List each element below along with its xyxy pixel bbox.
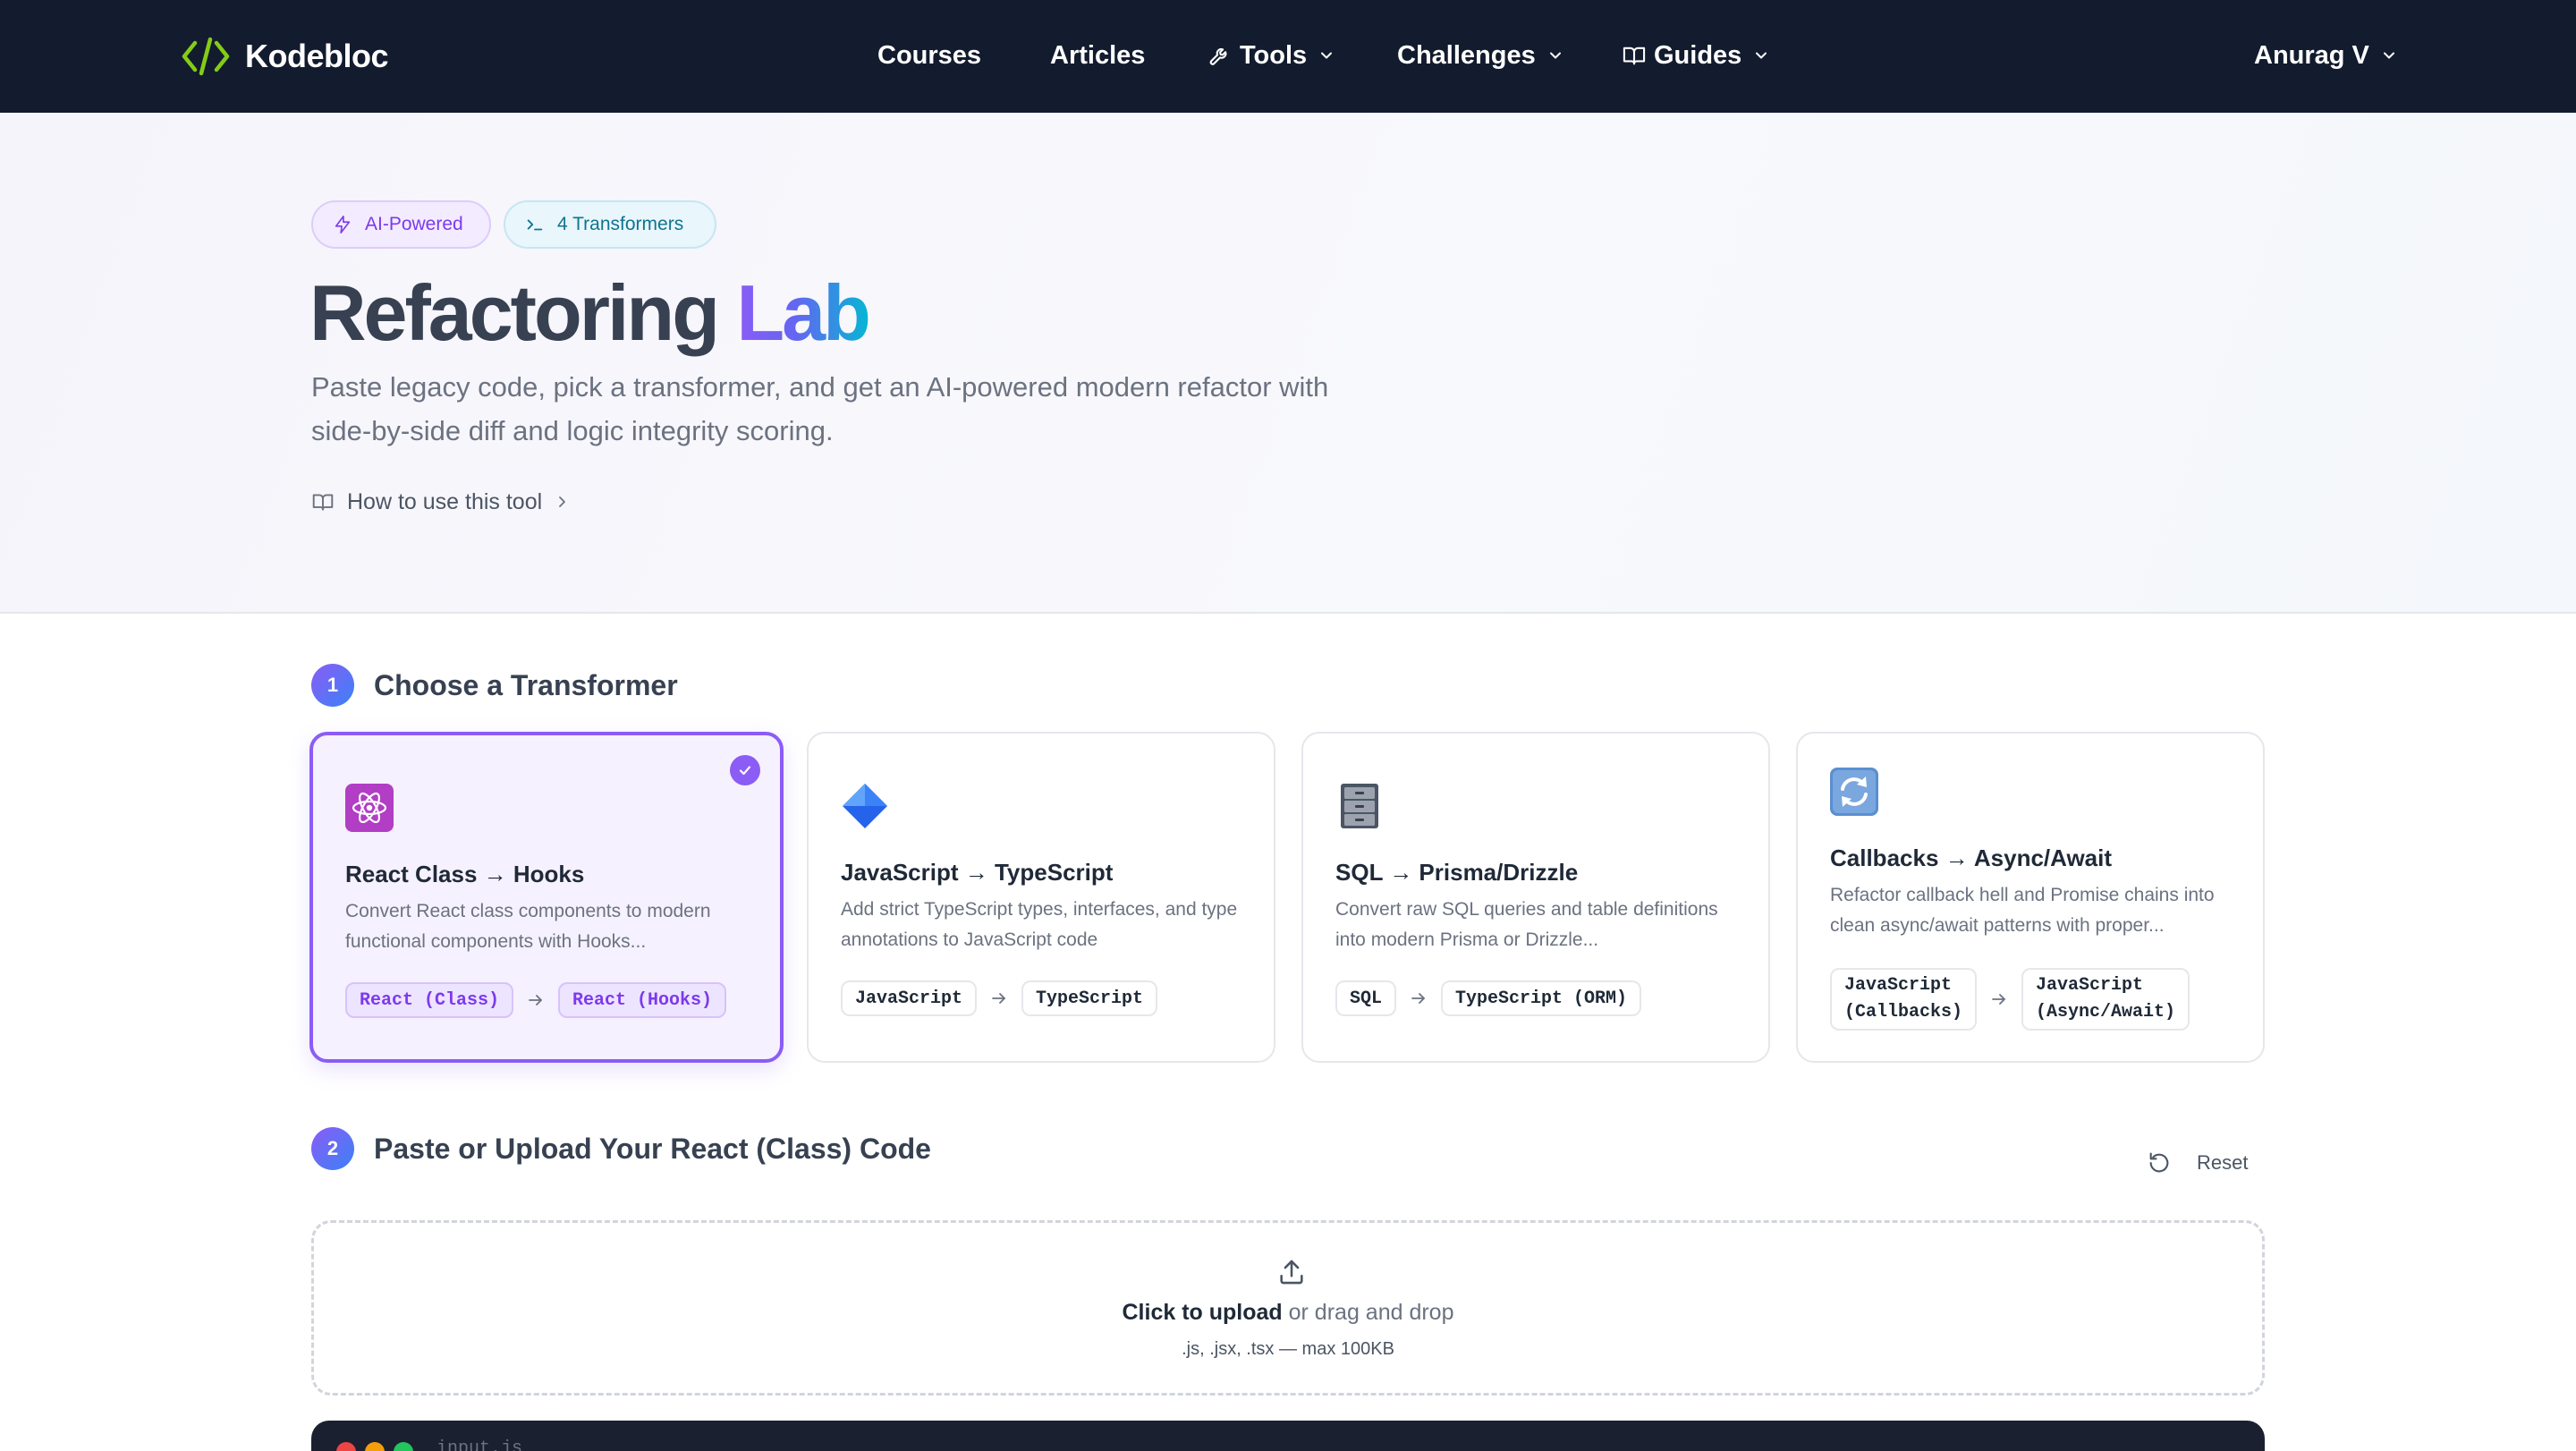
- transformer-card-sql-orm[interactable]: SQL → Prisma/Drizzle Convert raw SQL que…: [1301, 732, 1770, 1063]
- diamond-icon: [843, 784, 887, 828]
- cabinet-icon: [1341, 784, 1378, 828]
- section-title-choose-transformer: Choose a Transformer: [374, 669, 678, 701]
- window-dot-yellow: [365, 1442, 385, 1451]
- wrench-icon: [1209, 47, 1227, 65]
- user-menu[interactable]: Anurag V: [2254, 36, 2398, 75]
- nav-challenges-label: Challenges: [1397, 40, 1536, 70]
- nav-challenges[interactable]: Challenges: [1397, 36, 1564, 75]
- nav-guides-label: Guides: [1654, 40, 1742, 70]
- step-number-2: 2: [311, 1127, 354, 1170]
- tag-to: JavaScript (Async/Await): [2021, 968, 2190, 1031]
- step-number-1: 1: [311, 664, 354, 707]
- tag-to: TypeScript (ORM): [1441, 980, 1642, 1016]
- tag-from: SQL: [1335, 980, 1397, 1016]
- card-description: Convert raw SQL queries and table defini…: [1335, 899, 1718, 950]
- card-title: JavaScript → TypeScript: [841, 859, 1114, 886]
- nav-guides[interactable]: Guides: [1622, 36, 1770, 75]
- badge-transformers: 4 Transformers: [504, 200, 716, 249]
- brand-name: Kodebloc: [245, 38, 389, 74]
- selected-check-icon: [730, 755, 760, 785]
- transformer-card-async-await[interactable]: Callbacks → Async/Await Refactor callbac…: [1796, 732, 2265, 1063]
- code-brackets-icon: [182, 37, 230, 76]
- card-tags: SQL TypeScript (ORM): [1335, 980, 1642, 1016]
- editor-filename: input.js: [436, 1438, 523, 1451]
- tag-to: React (Hooks): [558, 982, 727, 1018]
- transformer-card-js-ts[interactable]: JavaScript → TypeScript Add strict TypeS…: [807, 732, 1275, 1063]
- badge-ai-powered: AI-Powered: [311, 200, 491, 249]
- card-title: React Class → Hooks: [345, 861, 585, 887]
- card-tags: JavaScript TypeScript: [841, 980, 1158, 1016]
- nav-articles[interactable]: Articles: [1050, 36, 1145, 75]
- book-icon: [1623, 47, 1646, 65]
- book-icon: [312, 494, 334, 511]
- upload-icon: [1280, 1260, 1303, 1285]
- nav-courses-label: Courses: [877, 40, 982, 70]
- arrow-right-icon: [1992, 994, 2005, 1005]
- hero-divider: [0, 612, 2576, 614]
- upload-instructions: Click to upload or drag and drop: [314, 1300, 2262, 1326]
- chevron-down-icon: [1321, 52, 1333, 59]
- upload-dropzone[interactable]: Click to upload or drag and drop .js, .j…: [311, 1220, 2265, 1396]
- card-title: Callbacks → Async/Await: [1830, 844, 2113, 871]
- reset-label: Reset: [2197, 1151, 2249, 1174]
- page-description: Paste legacy code, pick a transformer, a…: [311, 371, 1329, 446]
- chevron-right-icon: [559, 496, 566, 507]
- nav-articles-label: Articles: [1050, 40, 1146, 70]
- hero-section: [0, 113, 2576, 612]
- brand-logo[interactable]: Kodebloc: [181, 32, 389, 81]
- upload-file-hint: .js, .jsx, .tsx — max 100KB: [1182, 1339, 1394, 1359]
- tag-from: React (Class): [345, 982, 514, 1018]
- nav-tools[interactable]: Tools: [1208, 36, 1335, 75]
- window-dot-red: [336, 1442, 356, 1451]
- tag-to: TypeScript: [1021, 980, 1158, 1016]
- tag-from: JavaScript: [841, 980, 978, 1016]
- transformer-card-react-hooks[interactable]: React Class → Hooks Convert React class …: [309, 732, 784, 1063]
- card-description: Add strict TypeScript types, interfaces,…: [841, 899, 1238, 950]
- title-accent: Lab: [736, 268, 870, 357]
- window-dot-green: [394, 1442, 413, 1451]
- bolt-icon: [335, 216, 351, 233]
- atom-icon: [345, 784, 394, 832]
- badge-transformers-label: 4 Transformers: [557, 214, 684, 234]
- card-tags: JavaScript (Callbacks) JavaScript (Async…: [1830, 968, 2190, 1031]
- how-to-use-link[interactable]: How to use this tool: [311, 483, 569, 521]
- code-editor-header: input.js: [311, 1421, 2265, 1451]
- card-description: Convert React class components to modern…: [345, 901, 711, 952]
- reset-button[interactable]: Reset: [2147, 1145, 2248, 1181]
- card-tags: React (Class) React (Hooks): [345, 982, 727, 1018]
- chevron-down-icon: [1756, 52, 1767, 59]
- terminal-icon: [527, 219, 543, 231]
- page-title: Refactoring Lab: [309, 265, 871, 361]
- badge-ai-label: AI-Powered: [365, 214, 463, 234]
- title-main: Refactoring: [309, 268, 737, 357]
- top-navbar: Kodebloc Courses Articles Tools Challeng…: [0, 0, 2576, 113]
- nav-tools-label: Tools: [1240, 40, 1308, 70]
- nav-courses[interactable]: Courses: [877, 36, 981, 75]
- upload-drag-text: or drag and drop: [1282, 1300, 1454, 1325]
- user-name: Anurag V: [2254, 40, 2369, 70]
- rotate-ccw-icon: [2149, 1152, 2169, 1173]
- chevron-down-icon: [2383, 52, 2394, 59]
- card-title: SQL → Prisma/Drizzle: [1335, 859, 1579, 886]
- arrow-right-icon: [1411, 993, 1425, 1004]
- chevron-down-icon: [1549, 52, 1561, 59]
- refresh-icon: [1830, 768, 1878, 816]
- section-title-upload-code: Paste or Upload Your React (Class) Code: [374, 1133, 931, 1165]
- card-description: Refactor callback hell and Promise chain…: [1830, 885, 2215, 936]
- arrow-right-icon: [529, 995, 542, 1006]
- upload-action-text[interactable]: Click to upload: [1123, 1300, 1283, 1325]
- arrow-right-icon: [992, 993, 1005, 1004]
- tag-from: JavaScript (Callbacks): [1830, 968, 1978, 1031]
- how-to-use-label: How to use this tool: [347, 488, 543, 514]
